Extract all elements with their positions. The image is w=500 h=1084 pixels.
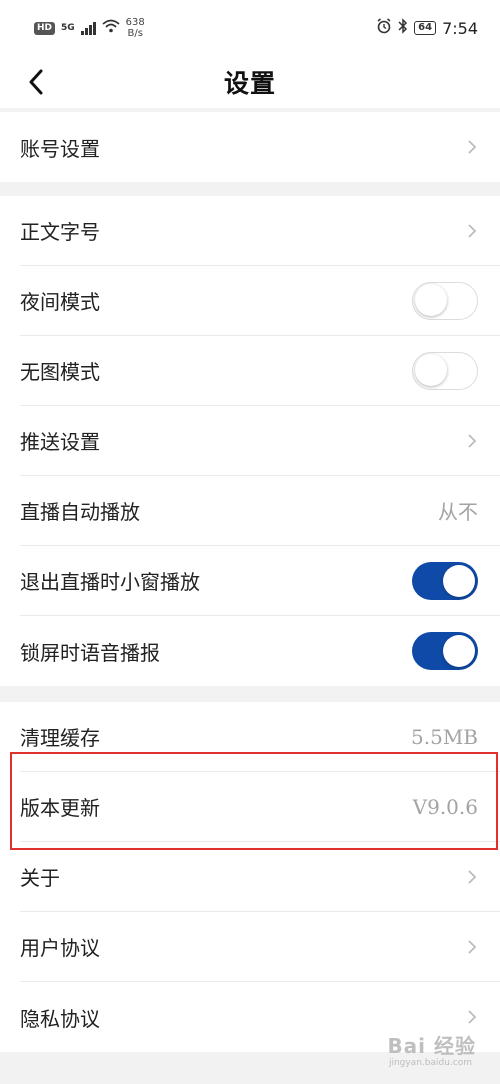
chevron-right-icon (466, 1008, 478, 1026)
chevron-right-icon (466, 138, 478, 156)
net-speed-unit: B/s (127, 28, 143, 39)
row-version-update[interactable]: 版本更新 V9.0.6 (20, 772, 500, 842)
row-user-agreement[interactable]: 用户协议 (20, 912, 500, 982)
row-clear-cache[interactable]: 清理缓存 5.5MB (20, 702, 500, 772)
net-speed-value: 638 (125, 17, 145, 28)
battery-icon: 64 (414, 21, 437, 35)
settings-group-about: 清理缓存 5.5MB 版本更新 V9.0.6 关于 用户协议 隐私协议 (0, 702, 500, 1052)
net-speed: 638 B/s (126, 17, 145, 39)
live-mini-window-toggle[interactable] (412, 561, 478, 600)
night-mode-toggle[interactable] (412, 281, 478, 320)
row-label: 退出直播时小窗播放 (20, 570, 200, 594)
wifi-icon (102, 19, 120, 37)
alarm-icon (376, 18, 392, 38)
row-label: 正文字号 (20, 220, 100, 244)
chevron-right-icon (466, 432, 478, 450)
chevron-left-icon (29, 69, 43, 95)
back-button[interactable] (18, 64, 54, 100)
row-live-mini-window: 退出直播时小窗播放 (20, 546, 500, 616)
hd-badge: HD (34, 21, 56, 35)
toggle-knob (443, 564, 475, 597)
row-about[interactable]: 关于 (20, 842, 500, 912)
network-gen: 5G (61, 23, 75, 33)
cache-size-value: 5.5MB (411, 724, 478, 749)
row-font-size[interactable]: 正文字号 (20, 196, 500, 266)
row-push-settings[interactable]: 推送设置 (20, 406, 500, 476)
signal-icon (80, 21, 96, 35)
row-no-image-mode: 无图模式 (20, 336, 500, 406)
toggle-knob (415, 284, 447, 316)
row-live-autoplay[interactable]: 直播自动播放 从不 (20, 476, 500, 546)
chevron-right-icon (466, 938, 478, 956)
watermark-url: jingyan.baidu.com (388, 1058, 472, 1068)
row-label: 推送设置 (20, 430, 100, 454)
chevron-right-icon (466, 222, 478, 240)
version-value: V9.0.6 (412, 794, 478, 819)
bluetooth-icon (398, 18, 408, 38)
status-time: 7:54 (442, 18, 478, 38)
row-lockscreen-voice: 锁屏时语音播报 (20, 616, 500, 686)
page-title: 设置 (223, 69, 276, 98)
row-label: 版本更新 (20, 796, 100, 820)
row-label: 隐私协议 (20, 1006, 100, 1031)
row-label: 关于 (20, 866, 60, 890)
live-autoplay-value: 从不 (438, 500, 478, 524)
watermark-logo: Bai 经验 (387, 1034, 476, 1058)
status-right: 64 7:54 (376, 18, 478, 38)
row-label: 锁屏时语音播报 (20, 640, 160, 665)
nav-bar: 设置 (0, 56, 500, 108)
row-label: 夜间模式 (20, 290, 100, 314)
toggle-knob (443, 635, 475, 667)
no-image-mode-toggle[interactable] (412, 351, 478, 390)
row-night-mode: 夜间模式 (20, 266, 500, 336)
row-account-settings[interactable]: 账号设置 (20, 112, 500, 182)
toggle-knob (415, 354, 447, 386)
row-label: 清理缓存 (20, 726, 100, 750)
row-label: 账号设置 (20, 136, 100, 161)
settings-group-display: 正文字号 夜间模式 无图模式 推送设置 直播自动播放 从不 退出直播时小窗播放 … (0, 196, 500, 686)
settings-group-account: 账号设置 (0, 112, 500, 182)
row-label: 无图模式 (20, 360, 100, 384)
status-bar: HD 5G 638 B/s 64 7:54 (0, 0, 500, 56)
chevron-right-icon (466, 868, 478, 886)
row-label: 直播自动播放 (20, 500, 140, 524)
row-label: 用户协议 (20, 936, 100, 960)
lockscreen-voice-toggle[interactable] (412, 632, 478, 670)
status-left: HD 5G 638 B/s (34, 17, 145, 39)
